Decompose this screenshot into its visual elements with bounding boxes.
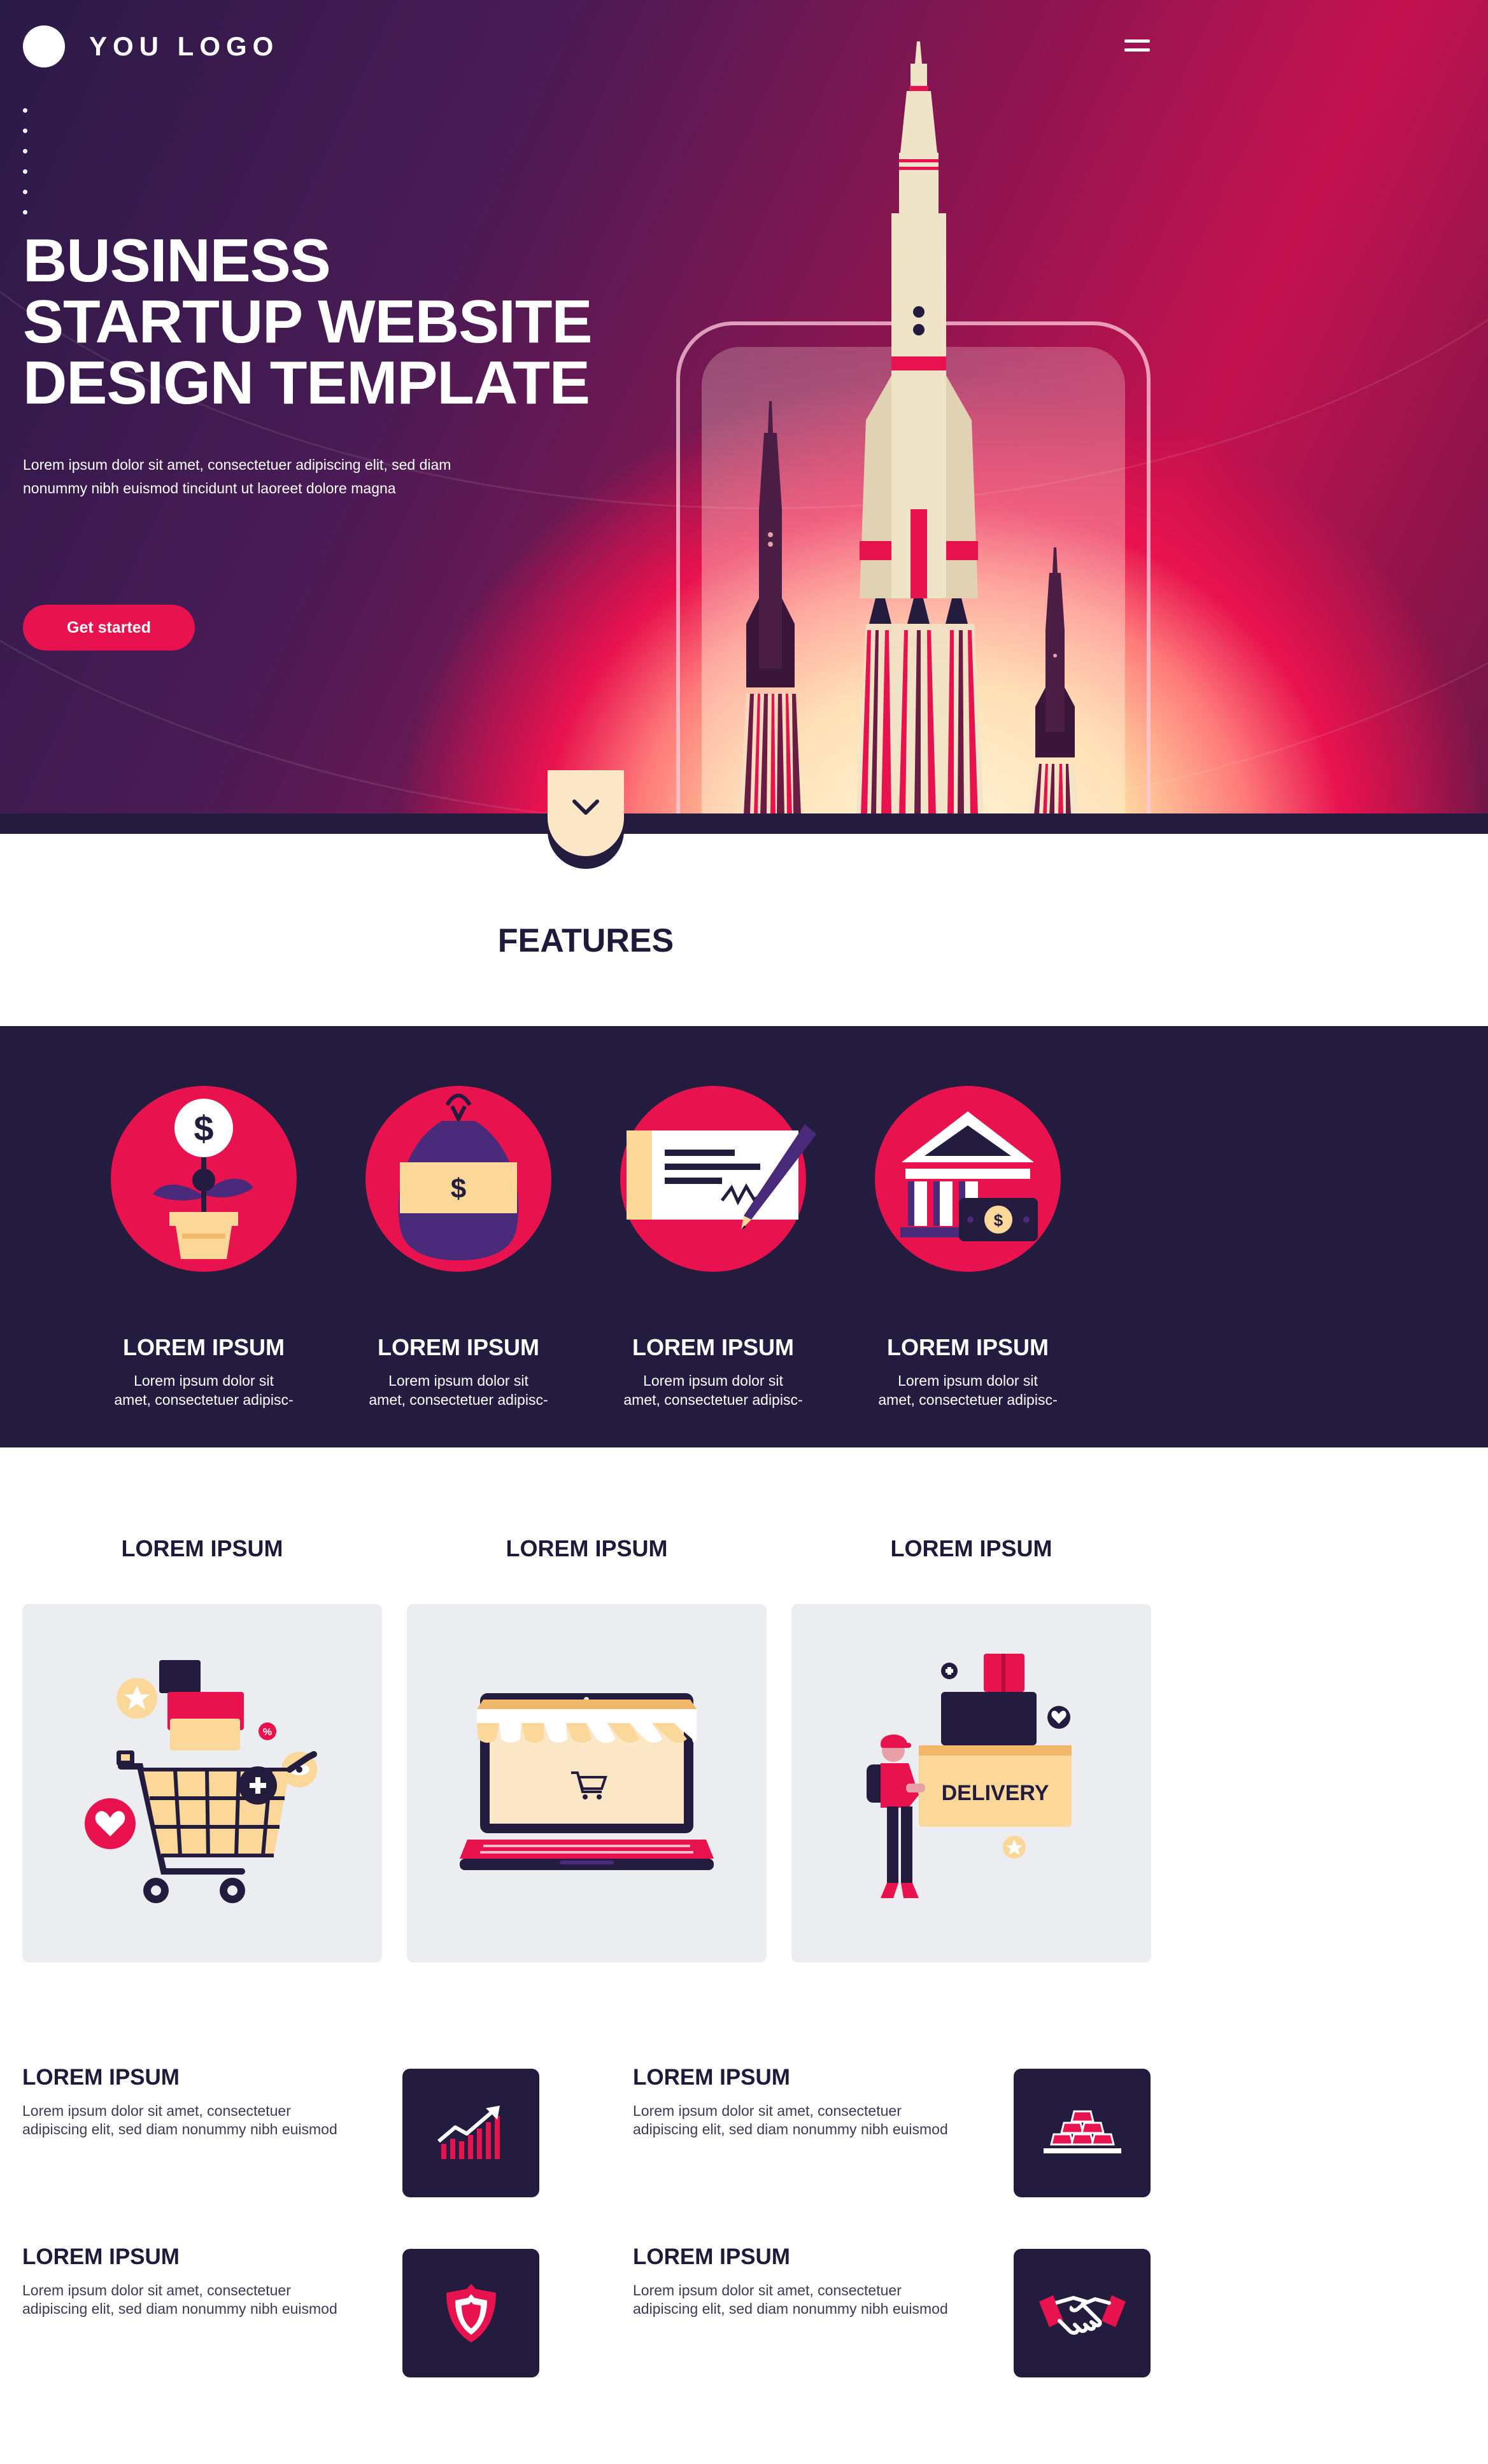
feature-circle: $ xyxy=(365,1086,551,1272)
pager-dot[interactable] xyxy=(23,169,27,174)
money-bag-icon: $ xyxy=(398,1094,519,1260)
feature-text: Lorem ipsum dolor sit amet, consectetuer … xyxy=(623,1372,803,1408)
feature-title: LOREM IPSUM xyxy=(122,1334,285,1360)
chevron-down-icon xyxy=(572,799,599,815)
item-title: LOREM IPSUM xyxy=(633,2244,790,2269)
gold-bars-icon xyxy=(1043,2110,1121,2153)
feature-circle xyxy=(620,1086,816,1272)
feature-text: Lorem ipsum dolor sit amet, consectetuer … xyxy=(878,1372,1058,1408)
handshake-icon xyxy=(1038,2295,1126,2335)
card-delivery[interactable]: DELIVERY xyxy=(791,1604,1151,1962)
growth-chart-tile[interactable] xyxy=(402,2069,539,2197)
get-started-button[interactable]: Get started xyxy=(23,605,195,651)
hero-title-line: DESIGN TEMPLATE xyxy=(23,349,590,417)
item-text: Lorem ipsum dolor sit amet, consectetuer… xyxy=(633,2102,948,2137)
card-title: LOREM IPSUM xyxy=(121,1535,283,1561)
feature-text: Lorem ipsum dolor sit amet, consectetuer … xyxy=(114,1372,294,1408)
card-online-shop[interactable] xyxy=(407,1604,767,1962)
feature-item: $ LOREM IPSUM Lorem ipsum dolor sit amet,… xyxy=(866,1086,1070,1409)
hero-title-line: BUSINESS xyxy=(23,227,331,295)
feature-title: LOREM IPSUM xyxy=(632,1334,794,1360)
hamburger-menu-icon[interactable] xyxy=(1124,39,1150,55)
pager-dot[interactable] xyxy=(23,129,27,133)
shopping-cart-icon: % xyxy=(85,1660,317,1903)
online-shop-laptop-icon xyxy=(460,1693,714,1870)
hero-subtitle-line: nonummy nibh euismod tincidunt ut laoree… xyxy=(23,480,396,496)
svg-text:$: $ xyxy=(994,1211,1003,1230)
svg-text:$: $ xyxy=(451,1173,466,1204)
item-text: Lorem ipsum dolor sit amet, consectetuer… xyxy=(22,2282,337,2317)
check-signing-icon xyxy=(627,1124,816,1230)
feature-item: $ LOREM IPSUM Lorem ipsum dolor sit amet,… xyxy=(102,1086,306,1409)
hero-bottom-bar xyxy=(0,813,1488,834)
features-title: FEATURES xyxy=(497,922,674,959)
hero-subtitle: Lorem ipsum dolor sit amet, consectetuer… xyxy=(23,453,507,500)
card-title: LOREM IPSUM xyxy=(506,1535,668,1561)
shield-tile[interactable] xyxy=(402,2249,539,2377)
card-title: LOREM IPSUM xyxy=(890,1535,1052,1561)
big-rocket xyxy=(856,41,984,815)
right-rocket xyxy=(1030,547,1080,815)
svg-text:$: $ xyxy=(194,1108,213,1148)
slide-pager xyxy=(23,108,27,230)
delivery-courier-icon: DELIVERY xyxy=(867,1654,1072,1898)
handshake-tile[interactable] xyxy=(1014,2249,1151,2377)
left-rocket xyxy=(740,401,802,815)
item-title: LOREM IPSUM xyxy=(22,2065,180,2090)
pager-dot[interactable] xyxy=(23,149,27,153)
bank-icon: $ xyxy=(900,1111,1038,1241)
item-text: Lorem ipsum dolor sit amet, consectetuer… xyxy=(633,2282,948,2317)
logo-text: YOU LOGO xyxy=(89,31,280,61)
feature-text: Lorem ipsum dolor sit amet, consectetuer … xyxy=(369,1372,548,1408)
feature-title: LOREM IPSUM xyxy=(377,1334,539,1360)
pager-dot[interactable] xyxy=(23,210,27,215)
logo-circle-icon xyxy=(23,25,65,67)
pager-dot[interactable] xyxy=(23,190,27,194)
svg-text:%: % xyxy=(263,1727,272,1738)
hero-section: YOU LOGO BUSINESS STARTUP WEBSITE DESIGN… xyxy=(0,0,1488,834)
logo[interactable]: YOU LOGO xyxy=(23,25,279,67)
card-shopping[interactable]: % xyxy=(22,1604,382,1962)
hero-title-line: STARTUP WEBSITE xyxy=(23,288,592,356)
item-text: Lorem ipsum dolor sit amet, consectetuer… xyxy=(22,2102,337,2137)
feature-item: $ LOREM IPSUM Lorem ipsum dolor sit amet,… xyxy=(357,1086,560,1409)
shield-icon xyxy=(446,2284,496,2342)
pager-dot[interactable] xyxy=(23,108,27,113)
hero-subtitle-line: Lorem ipsum dolor sit amet, consectetuer… xyxy=(23,456,451,473)
item-title: LOREM IPSUM xyxy=(633,2065,790,2090)
feature-circle: $ xyxy=(111,1086,297,1272)
money-plant-icon: $ xyxy=(153,1099,253,1259)
feature-item: LOREM IPSUM Lorem ipsum dolor sit amet, c… xyxy=(611,1086,816,1409)
feature-circle: $ xyxy=(875,1086,1061,1272)
growth-chart-icon xyxy=(437,2106,500,2159)
rockets-illustration xyxy=(740,41,1080,815)
scroll-down-button[interactable] xyxy=(548,770,624,856)
hero-title: BUSINESS STARTUP WEBSITE DESIGN TEMPLATE xyxy=(23,230,596,414)
item-title: LOREM IPSUM xyxy=(22,2244,180,2269)
gold-bars-tile[interactable] xyxy=(1014,2069,1151,2197)
delivery-label: DELIVERY xyxy=(942,1781,1049,1805)
feature-title: LOREM IPSUM xyxy=(886,1334,1049,1360)
